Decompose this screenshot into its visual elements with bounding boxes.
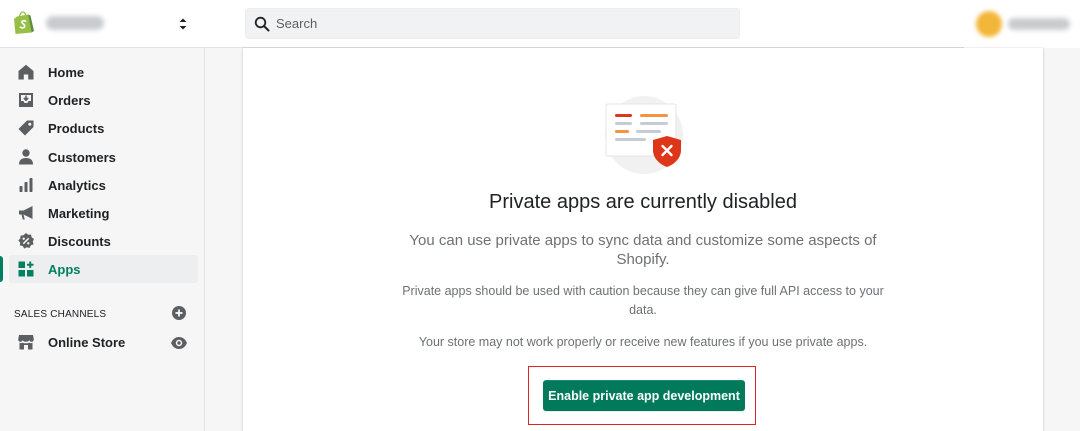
sidebar-item-analytics[interactable]: Analytics (9, 171, 198, 199)
sidebar-item-label: Analytics (48, 178, 106, 193)
sidebar-item-label: Products (48, 121, 105, 136)
eye-icon[interactable] (170, 336, 188, 350)
discount-icon (18, 233, 34, 249)
orders-icon (19, 93, 33, 107)
add-channel-icon[interactable] (171, 305, 187, 321)
warning-text: Your store may not work properly or rece… (418, 335, 868, 349)
sidebar-item-home[interactable]: Home (9, 58, 198, 86)
enable-private-app-development-button[interactable]: Enable private app development (543, 380, 745, 411)
tag-icon (18, 120, 34, 136)
megaphone-icon (19, 206, 33, 220)
sidebar-item-label: Apps (48, 262, 81, 277)
sidebar-item-customers[interactable]: Customers (9, 143, 198, 171)
store-name[interactable] (46, 16, 104, 30)
sidebar-item-marketing[interactable]: Marketing (9, 199, 198, 227)
page-subheading: You can use private apps to sync data an… (409, 232, 877, 268)
store-switcher-icon[interactable] (175, 14, 191, 34)
private-apps-card: Private apps are currently disabled You … (243, 48, 1043, 431)
sidebar-item-products[interactable]: Products (9, 114, 198, 142)
sidebar-item-label: Customers (48, 150, 116, 165)
search-bar[interactable] (245, 8, 740, 39)
sidebar-item-label: Home (48, 65, 85, 80)
sales-channels-title: SALES CHANNELS (14, 309, 107, 320)
apps-icon (18, 261, 34, 277)
sidebar-item-label: Marketing (48, 206, 110, 221)
account-name (1008, 18, 1070, 30)
sidebar-item-discounts[interactable]: Discounts (9, 227, 198, 255)
sidebar-item-orders[interactable]: Orders (9, 86, 198, 114)
person-icon (19, 149, 33, 165)
home-icon (18, 64, 34, 80)
bar-chart-icon (19, 178, 33, 192)
sidebar: Home Orders Products Customers Analytics (0, 48, 205, 431)
account-menu[interactable] (964, 0, 1080, 48)
sidebar-item-label: Orders (48, 93, 91, 108)
disabled-document-illustration (605, 96, 683, 174)
search-input[interactable] (276, 9, 731, 38)
sidebar-item-label: Discounts (48, 234, 111, 249)
search-icon (254, 16, 270, 32)
shopify-logo-icon[interactable] (13, 11, 35, 35)
avatar (976, 11, 1002, 37)
sidebar-item-label: Online Store (48, 335, 126, 350)
top-bar (0, 0, 1080, 48)
sidebar-item-apps[interactable]: Apps (0, 255, 198, 283)
page-heading: Private apps are currently disabled (489, 191, 797, 213)
store-icon (18, 335, 34, 350)
active-indicator (0, 256, 3, 282)
caution-text: Private apps should be used with caution… (402, 284, 884, 317)
